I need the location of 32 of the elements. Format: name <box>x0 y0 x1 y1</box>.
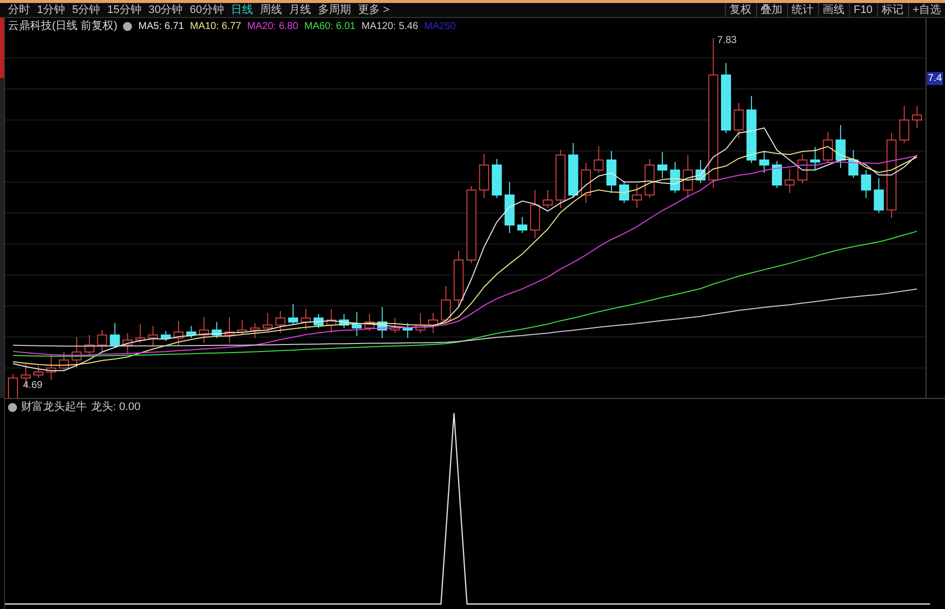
period-tab[interactable]: 60分钟 <box>190 2 224 18</box>
low-price-label: 4.69 <box>23 380 42 391</box>
moving-average-label: MA250 <box>424 20 456 34</box>
price-axis-label: 7.4 <box>927 72 943 85</box>
indicator-icon[interactable] <box>8 402 17 412</box>
period-tab[interactable]: 更多 > <box>358 2 390 18</box>
toolbar-button[interactable]: 复权 <box>724 3 756 17</box>
high-price-label: 7.83 <box>717 35 737 46</box>
period-tab[interactable]: 多周期 <box>318 2 351 18</box>
toolbar-button[interactable]: +自选 <box>908 3 945 17</box>
period-tab[interactable]: 30分钟 <box>148 2 183 18</box>
period-tab[interactable]: 1分钟 <box>37 2 66 18</box>
toolbar-button[interactable]: 标记 <box>876 3 908 17</box>
indicator-reading: 龙头: 0.00 <box>91 400 141 415</box>
period-tab[interactable]: 5分钟 <box>72 2 100 18</box>
moving-average-label: MA120: 5.46 <box>361 20 418 34</box>
toolbar-button[interactable]: 叠加 <box>756 3 787 17</box>
moving-average-label: MA5: 6.71 <box>138 20 184 34</box>
indicator-name: 财富龙头起牛 <box>21 400 87 415</box>
toolbar-button[interactable]: F10 <box>848 3 877 17</box>
toolbar-button[interactable]: 画线 <box>818 3 849 17</box>
period-tab[interactable]: 周线 <box>260 2 282 18</box>
period-tab[interactable]: 分时 <box>8 2 30 18</box>
moving-average-label: MA60: 6.01 <box>304 20 356 34</box>
period-tab[interactable]: 月线 <box>289 2 311 18</box>
stock-title: 云鼎科技(日线 前复权) <box>8 18 118 34</box>
period-tab[interactable]: 日线 <box>231 2 253 18</box>
toolbar-button[interactable]: 统计 <box>786 3 818 17</box>
moving-average-label: MA20: 6.80 <box>247 20 298 34</box>
settings-icon[interactable] <box>123 22 132 30</box>
moving-average-label: MA10: 6.77 <box>190 20 242 34</box>
period-tab[interactable]: 15分钟 <box>107 2 142 18</box>
